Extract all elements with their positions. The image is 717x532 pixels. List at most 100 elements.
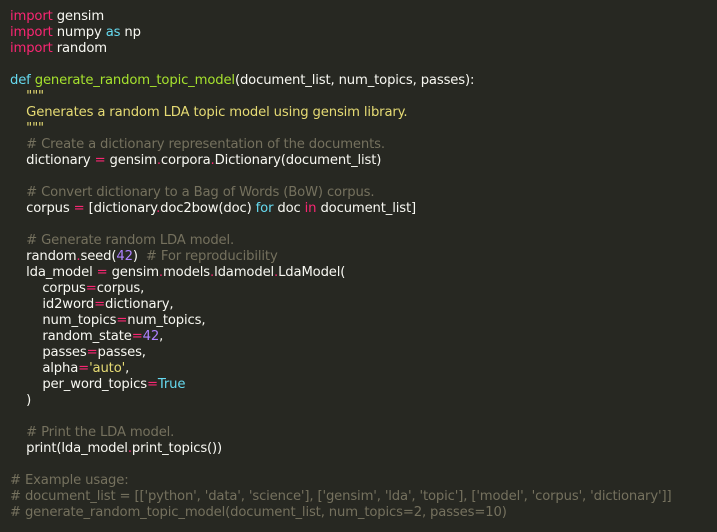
code-token: passes, — [97, 345, 146, 360]
code-token: num_topics, — [127, 313, 206, 328]
code-token: = — [78, 361, 90, 376]
code-token: passes — [10, 345, 87, 360]
code-line: passes=passes, — [10, 345, 717, 361]
code-token: 42 — [116, 249, 133, 264]
code-token: random — [52, 41, 107, 56]
code-token: ) — [10, 393, 32, 408]
code-line: per_word_topics=True — [10, 377, 717, 393]
code-token: import — [10, 25, 53, 40]
code-line: num_topics=num_topics, — [10, 313, 717, 329]
code-line: corpus = [dictionary.doc2bow(doc) for do… — [10, 201, 717, 217]
code-token: corpus — [10, 201, 74, 216]
code-line: # Example usage: — [10, 473, 717, 489]
code-token: # For reproducibility — [145, 249, 278, 264]
code-token: corpus, — [96, 281, 145, 296]
code-token: # Convert dictionary to a Bag of Words (… — [26, 185, 375, 200]
code-line: """ — [10, 89, 717, 105]
code-token: = — [94, 297, 106, 312]
code-line: # Create a dictionary representation of … — [10, 137, 717, 153]
code-editor[interactable]: import gensim import numpy as np import ra… — [0, 0, 717, 532]
code-token: dictionary, — [105, 297, 174, 312]
code-line: random_state=42, — [10, 329, 717, 345]
code-line: corpus=corpus, — [10, 281, 717, 297]
code-token: , — [159, 329, 164, 344]
code-token: = — [86, 345, 98, 360]
code-token: gensim — [105, 153, 157, 168]
code-line: # generate_random_topic_model(document_l… — [10, 505, 717, 521]
code-token: corpora — [160, 153, 211, 168]
code-token: import — [10, 9, 53, 24]
code-token: document_list] — [316, 201, 416, 216]
code-line: random.seed(42) # For reproducibility — [10, 249, 717, 265]
code-token: per_word_topics — [10, 377, 147, 392]
code-line: print(lda_model.print_topics()) — [10, 441, 717, 457]
code-token: """ — [26, 89, 44, 104]
code-token: LdaModel( — [278, 265, 346, 280]
code-line: def generate_random_topic_model(document… — [10, 73, 717, 89]
code-token: def — [10, 73, 31, 88]
code-token: = — [94, 153, 106, 168]
code-line: """ — [10, 121, 717, 137]
code-token: id2word — [10, 297, 95, 312]
code-token: lda_model — [10, 265, 97, 280]
code-token: # Print the LDA model. — [26, 425, 175, 440]
code-line: import gensim — [10, 9, 717, 25]
code-token: = — [131, 329, 143, 344]
code-token: = — [85, 281, 97, 296]
code-token: # Create a dictionary representation of … — [26, 137, 385, 152]
code-token: num_topics — [10, 313, 117, 328]
code-token: models — [162, 265, 211, 280]
code-token: import — [10, 41, 53, 56]
code-token: for — [255, 201, 274, 216]
code-token: 42 — [142, 329, 160, 344]
code-token: 'auto' — [89, 361, 126, 376]
code-token: dictionary — [10, 153, 95, 168]
code-token: seed( — [80, 249, 117, 264]
code-token: Dictionary(document_list) — [214, 153, 382, 168]
code-token: gensim — [52, 9, 105, 24]
code-token: Generates a random LDA topic model using… — [26, 105, 408, 120]
code-line: # Convert dictionary to a Bag of Words (… — [10, 185, 717, 201]
code-token: # generate_random_topic_model(document_l… — [10, 505, 507, 520]
code-token: doc — [273, 201, 305, 216]
code-token: = — [96, 265, 108, 280]
code-line: # document_list = [['python', 'data', 's… — [10, 489, 717, 505]
code-token: random — [10, 249, 77, 264]
code-line: import numpy as np — [10, 25, 717, 41]
code-token: np — [120, 25, 141, 40]
code-line: Generates a random LDA topic model using… — [10, 105, 717, 121]
code-line: # Print the LDA model. — [10, 425, 717, 441]
code-token: [dictionary — [84, 201, 157, 216]
code-token: print(lda_model — [10, 441, 128, 456]
code-line: alpha='auto', — [10, 361, 717, 377]
code-token: (document_list, num_topics, passes): — [234, 73, 475, 88]
code-token: # Generate random LDA model. — [26, 233, 235, 248]
code-token: doc2bow(doc) — [160, 201, 256, 216]
code-token: """ — [26, 121, 44, 136]
code-token: numpy — [52, 25, 106, 40]
code-token: corpus — [10, 281, 86, 296]
code-line: import random — [10, 41, 717, 57]
code-line: ) — [10, 393, 717, 409]
code-token: = — [147, 377, 158, 392]
code-token: gensim — [107, 265, 159, 280]
code-line: lda_model = gensim.models.ldamodel.LdaMo… — [10, 265, 717, 281]
code-token: alpha — [10, 361, 79, 376]
code-token: = — [73, 201, 85, 216]
code-token: , — [125, 361, 130, 376]
code-line: dictionary = gensim.corpora.Dictionary(d… — [10, 153, 717, 169]
code-token: ldamodel — [214, 265, 275, 280]
code-token: # document_list = [['python', 'data', 's… — [10, 489, 672, 504]
